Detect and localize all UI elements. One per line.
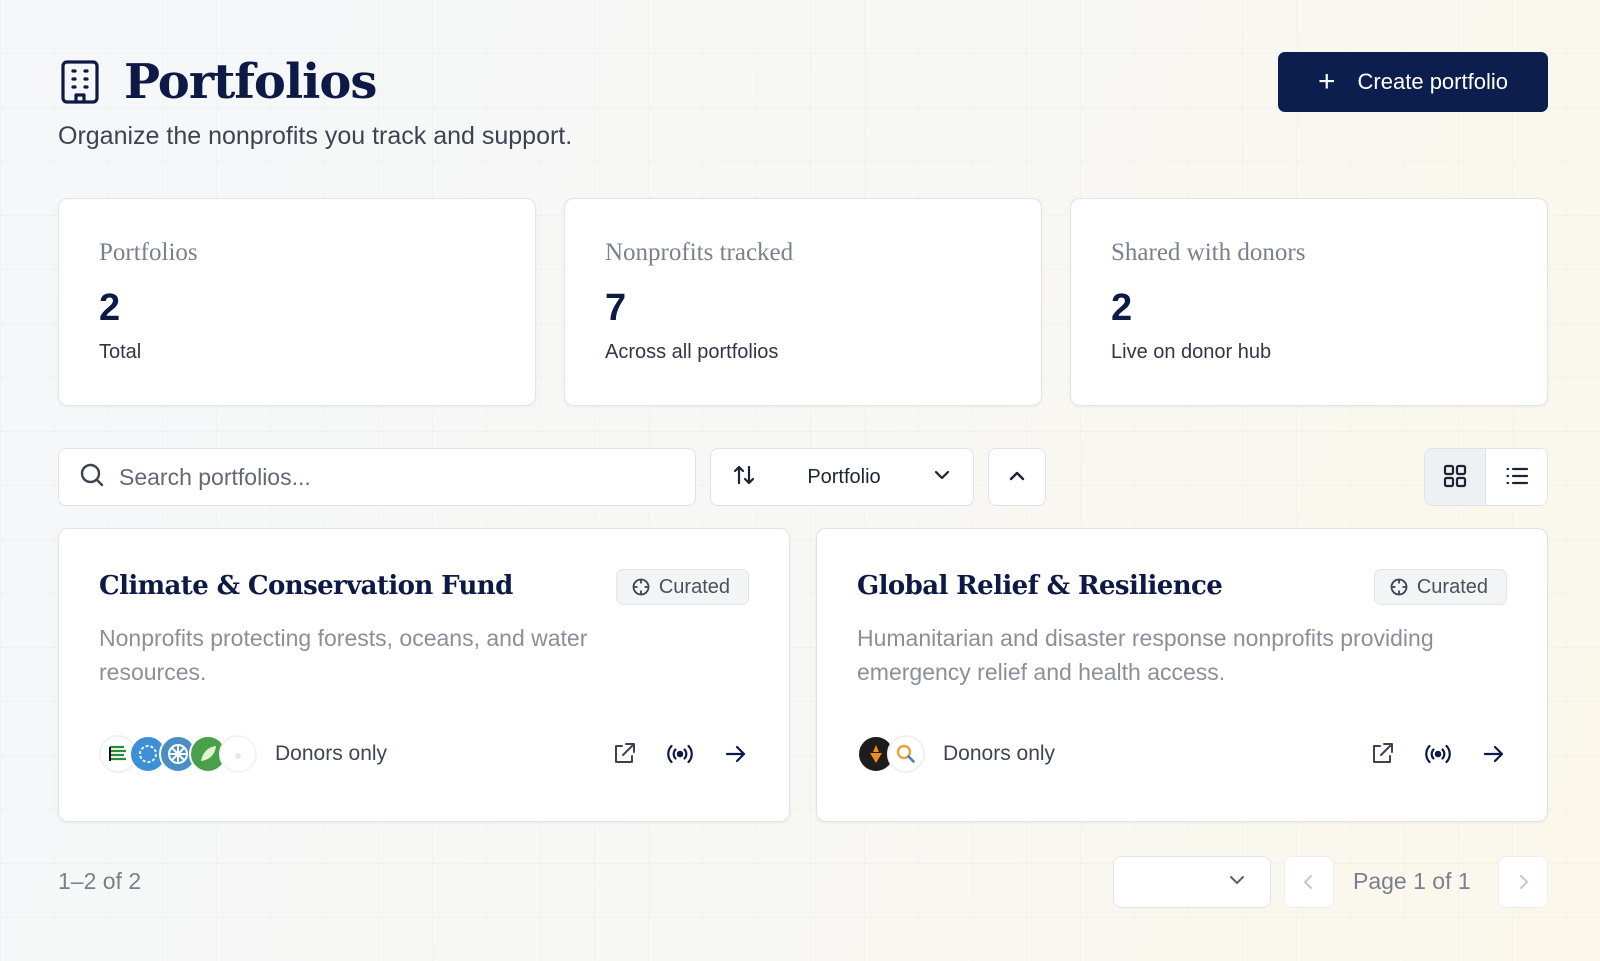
pagination: 1–2 of 2 Page 1 of 1 — [58, 856, 1548, 908]
broadcast-icon — [1425, 744, 1451, 764]
badge-label: Curated — [1416, 575, 1488, 598]
nonprofit-avatars — [99, 735, 257, 773]
chevron-down-icon — [931, 464, 953, 491]
sort-arrows-icon — [731, 462, 757, 493]
stat-note: Live on donor hub — [1111, 341, 1272, 363]
portfolio-footer: Donors only — [99, 733, 751, 775]
open-portfolio-button[interactable] — [721, 739, 751, 769]
portfolio-name: Climate & Conservation Fund — [99, 571, 513, 601]
broadcast-button[interactable] — [1423, 739, 1453, 769]
view-toggle — [1424, 448, 1548, 506]
stat-label: Portfolios — [99, 239, 198, 266]
grid-icon — [1442, 463, 1468, 492]
sort-value: Portfolio — [807, 465, 881, 488]
portfolio-card[interactable]: Climate & Conservation Fund Curated Nonp… — [58, 528, 790, 822]
broadcast-button[interactable] — [665, 739, 695, 769]
visibility-label: Donors only — [943, 742, 1056, 765]
portfolio-footer: Donors only — [857, 733, 1509, 775]
grid-view-button[interactable] — [1425, 449, 1487, 505]
list-icon — [1504, 463, 1530, 492]
stat-card-nonprofits: Nonprofits tracked 7 Across all portfoli… — [564, 198, 1042, 406]
curated-icon — [632, 578, 650, 596]
chevron-left-icon — [1304, 875, 1312, 889]
curated-badge: Curated — [615, 569, 749, 605]
stat-card-portfolios: Portfolios 2 Total — [58, 198, 536, 406]
next-page-button[interactable] — [1498, 856, 1548, 908]
page-header: Portfolios Organize the nonprofits you t… — [58, 50, 1548, 160]
stat-label: Shared with donors — [1111, 239, 1306, 266]
portfolio-grid: Climate & Conservation Fund Curated Nonp… — [58, 528, 1548, 822]
curated-icon — [1390, 578, 1408, 596]
chevron-down-icon — [1226, 869, 1248, 896]
sort-select[interactable]: Portfolio — [710, 448, 974, 506]
result-range: 1–2 of 2 — [58, 868, 142, 894]
prev-page-button[interactable] — [1284, 856, 1334, 908]
visibility-label: Donors only — [275, 742, 388, 765]
external-link-icon — [1373, 743, 1393, 763]
arrow-right-icon — [1483, 745, 1504, 763]
list-view-button[interactable] — [1486, 449, 1547, 505]
stat-card-shared: Shared with donors 2 Live on donor hub — [1070, 198, 1548, 406]
stat-note: Total — [99, 341, 142, 363]
nonprofit-avatar — [219, 735, 257, 773]
sort-direction-button[interactable] — [988, 448, 1046, 506]
stats-row: Portfolios 2 Total Nonprofits tracked 7 … — [58, 198, 1548, 406]
stat-label: Nonprofits tracked — [605, 239, 794, 266]
card-actions — [609, 739, 751, 769]
curated-badge: Curated — [1373, 569, 1507, 605]
open-portfolio-button[interactable] — [1479, 739, 1509, 769]
page-title: Portfolios — [124, 54, 377, 110]
page-subtitle: Organize the nonprofits you track and su… — [58, 122, 573, 150]
broadcast-icon — [667, 744, 693, 764]
title-row: Portfolios — [58, 54, 377, 110]
page-indicator: Page 1 of 1 — [1353, 868, 1471, 894]
toolbar: Portfolio — [58, 448, 1548, 506]
chevron-up-icon — [1006, 465, 1028, 490]
nonprofit-avatar — [887, 735, 925, 773]
search-box[interactable] — [58, 448, 696, 506]
external-link-icon — [615, 743, 635, 763]
create-portfolio-button[interactable]: + Create portfolio — [1278, 52, 1548, 112]
arrow-right-icon — [725, 745, 746, 763]
portfolios-page: Portfolios Organize the nonprofits you t… — [58, 0, 1548, 961]
search-icon — [79, 462, 105, 493]
open-external-button[interactable] — [609, 739, 639, 769]
portfolio-description: Nonprofits protecting forests, oceans, a… — [99, 625, 588, 685]
stat-note: Across all portfolios — [605, 341, 779, 363]
open-external-button[interactable] — [1367, 739, 1397, 769]
stat-value: 2 — [99, 287, 121, 329]
chevron-right-icon — [1520, 875, 1528, 889]
badge-label: Curated — [658, 575, 730, 598]
portfolio-description: Humanitarian and disaster response nonpr… — [857, 625, 1434, 685]
stat-value: 2 — [1111, 287, 1133, 329]
plus-icon: + — [1318, 65, 1336, 98]
portfolio-card[interactable]: Global Relief & Resilience Curated Human… — [816, 528, 1548, 822]
search-input[interactable] — [119, 463, 679, 491]
stat-value: 7 — [605, 287, 627, 329]
create-portfolio-label: Create portfolio — [1357, 69, 1508, 94]
card-actions — [1367, 739, 1509, 769]
page-size-select[interactable] — [1113, 856, 1271, 908]
building-icon — [58, 58, 102, 106]
nonprofit-avatars — [857, 735, 925, 773]
portfolio-name: Global Relief & Resilience — [857, 571, 1223, 601]
